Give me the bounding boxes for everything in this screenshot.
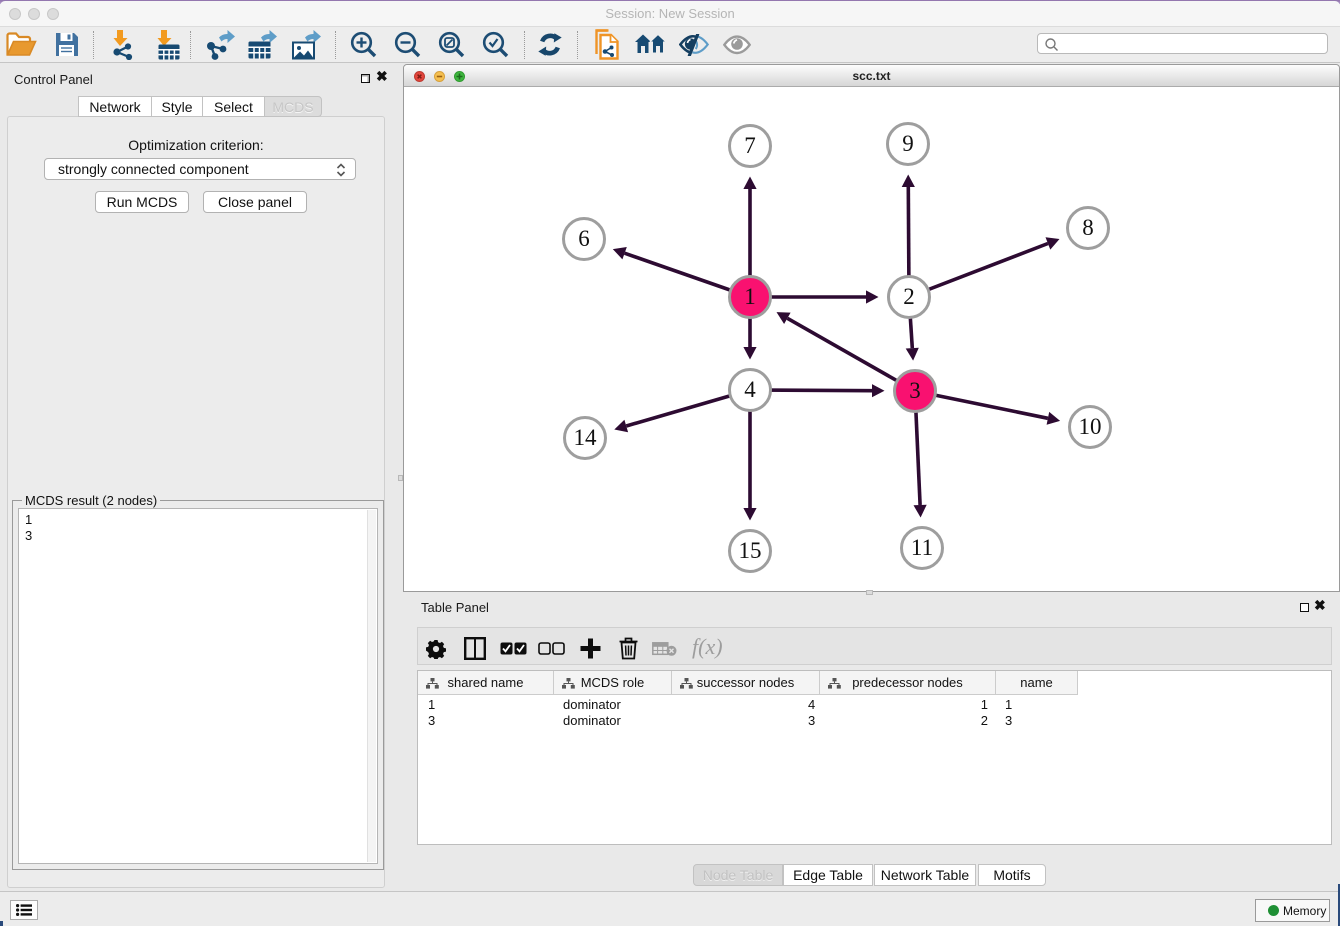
svg-text:14: 14 — [574, 425, 598, 450]
svg-text:2: 2 — [903, 284, 915, 309]
svg-text:8: 8 — [1082, 215, 1094, 240]
svg-text:4: 4 — [744, 377, 756, 402]
svg-text:11: 11 — [911, 535, 933, 560]
svg-text:7: 7 — [744, 133, 756, 158]
svg-text:15: 15 — [739, 538, 762, 563]
svg-text:10: 10 — [1079, 414, 1102, 439]
svg-text:1: 1 — [744, 284, 756, 309]
svg-text:9: 9 — [902, 131, 914, 156]
svg-text:6: 6 — [578, 226, 590, 251]
svg-text:3: 3 — [909, 378, 921, 403]
